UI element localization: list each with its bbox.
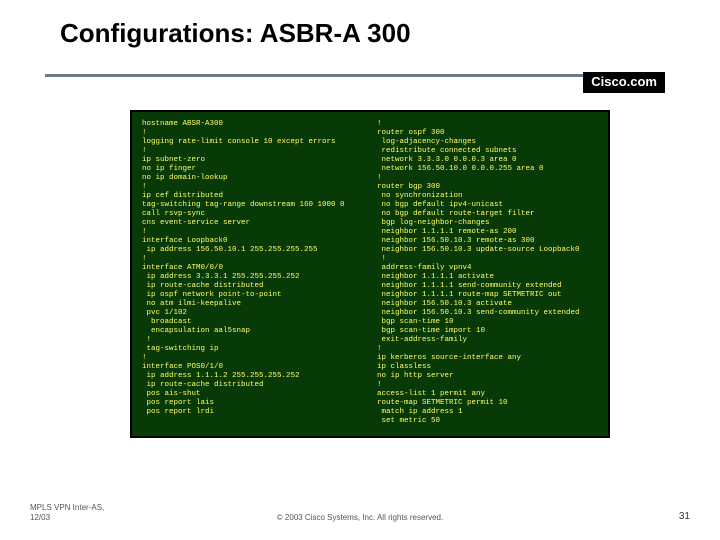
footer-topic: MPLS VPN Inter-AS, (30, 503, 104, 512)
header-bar-line (45, 74, 665, 77)
config-left-column: hostname ABSR-A300 ! logging rate-limit … (142, 120, 363, 426)
header-rule: Cisco.com (0, 72, 720, 96)
footer-copyright: © 2003 Cisco Systems, Inc. All rights re… (0, 513, 720, 522)
slide-number: 31 (679, 511, 690, 522)
brand-box: Cisco.com (583, 72, 665, 93)
config-right-column: ! router ospf 300 log-adjacency-changes … (377, 120, 598, 426)
config-code-block: hostname ABSR-A300 ! logging rate-limit … (130, 110, 610, 438)
slide-title: Configurations: ASBR-A 300 (60, 18, 411, 49)
